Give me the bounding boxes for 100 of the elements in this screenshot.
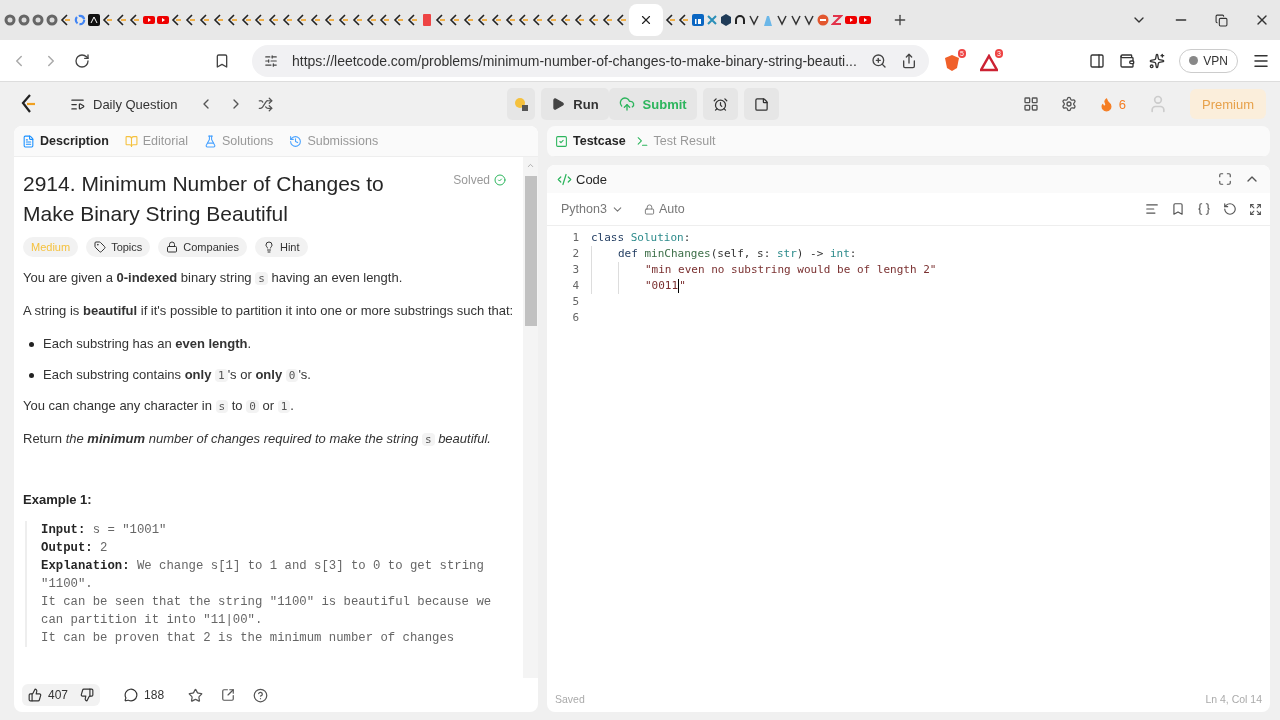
play-icon: [845, 14, 858, 26]
bookmark-icon[interactable]: [214, 52, 230, 69]
timer-button[interactable]: [702, 88, 738, 120]
code-logo-icon: [476, 14, 489, 26]
list-icon: [70, 96, 85, 112]
sidebar-icon[interactable]: [1089, 52, 1106, 69]
scrollbar[interactable]: [523, 157, 538, 678]
example-line: It can be proven that 2 is the minimum number of changes: [41, 630, 456, 647]
panel-tab[interactable]: Description: [22, 134, 109, 148]
layout-icon[interactable]: [1022, 96, 1039, 112]
line-number: 3: [571, 262, 580, 278]
play-icon: [551, 97, 566, 111]
check-circle-icon: [494, 174, 506, 186]
code-logo-icon: [664, 14, 677, 26]
code-line[interactable]: def minChanges(self, s: str) -> int:: [618, 246, 857, 262]
problem-title: 2914. Minimum Number of Changes to Make Binary String Beautiful: [23, 171, 385, 227]
example-line: It can be seen that the string "1100" is beautiful because we: [41, 594, 493, 611]
tag-chip[interactable]: Topics: [86, 237, 151, 257]
code-line[interactable]: class Solution:: [591, 230, 691, 246]
run-button[interactable]: Run: [541, 88, 609, 120]
code-logo-icon: [365, 14, 378, 26]
book-icon: [421, 14, 434, 26]
panel-tab[interactable]: Testcase: [555, 134, 626, 148]
lock-icon: [643, 203, 655, 215]
code-logo-icon: [101, 14, 114, 26]
difficulty-tag: Medium: [23, 237, 79, 257]
cross-icon: [706, 14, 719, 26]
notes-button[interactable]: [743, 88, 779, 120]
bug-lock-icon: [513, 96, 530, 112]
debug-button[interactable]: [507, 88, 536, 120]
note-icon: [753, 96, 769, 112]
code-icon: [557, 171, 572, 187]
line-number: 2: [571, 246, 580, 262]
code-logo-icon: [615, 14, 628, 26]
bookmark-icon[interactable]: [1171, 202, 1185, 216]
example-line: Explanation: We change s[1] to 1 and s[3] to 0 to get string: [41, 558, 485, 575]
wallet-icon[interactable]: [1119, 52, 1136, 69]
like-button[interactable]: 407: [22, 684, 75, 706]
braces-icon[interactable]: [1197, 202, 1211, 216]
code-logo-icon: [351, 14, 364, 26]
share-icon[interactable]: [221, 688, 236, 702]
url-text: https://leetcode.com/problems/minimum-number-of-changes-to-make-binary-string-beauti...: [292, 52, 857, 69]
shuffle-icon[interactable]: [257, 96, 273, 112]
reload-icon[interactable]: [74, 52, 90, 69]
code-logo-icon: [282, 14, 295, 26]
language-select[interactable]: Python3: [555, 201, 630, 217]
triangle-icon[interactable]: [979, 54, 998, 72]
format-icon[interactable]: [1145, 202, 1159, 216]
code-line[interactable]: "min even no substring would be of length 2": [645, 262, 937, 278]
v-shape-icon: [775, 14, 788, 26]
site-settings-icon[interactable]: [264, 53, 278, 68]
code-logo-icon: [379, 14, 392, 26]
zoom-icon[interactable]: [870, 52, 887, 69]
line-number: 6: [571, 310, 580, 326]
code-logo-icon: [678, 14, 691, 26]
star-icon[interactable]: [188, 687, 204, 703]
thumbs-down-icon: [80, 688, 95, 702]
reset-icon[interactable]: [1223, 202, 1237, 216]
code-logo-icon[interactable]: [20, 94, 38, 114]
circle-icon: [18, 14, 31, 26]
help-icon[interactable]: [253, 687, 269, 703]
paragraph: A string is beautiful if it's possible to partition it into one or more substrings such that:: [23, 302, 514, 320]
tag-chip[interactable]: Companies: [158, 237, 247, 257]
restore-icon[interactable]: [1215, 13, 1228, 27]
settings-icon[interactable]: [1060, 96, 1077, 112]
mode-select[interactable]: Auto: [637, 201, 691, 217]
code-logo-icon: [490, 14, 503, 26]
circle-icon: [46, 14, 59, 26]
terminal-icon: [635, 134, 649, 148]
tag-chip[interactable]: Hint: [254, 237, 308, 257]
code-logo-icon: [212, 14, 225, 26]
comments-button[interactable]: 188: [118, 684, 171, 706]
code-logo-icon: [407, 14, 420, 26]
v-shape-icon: [803, 14, 816, 26]
v-shape-icon: [747, 14, 760, 26]
example-line: can partition it into "11|00".: [41, 612, 264, 629]
shield-icon[interactable]: [942, 54, 961, 72]
tag-icon: [94, 241, 107, 253]
code-line[interactable]: "0011": [645, 278, 686, 294]
code-logo-icon: [296, 14, 309, 26]
expand-icon[interactable]: [1249, 202, 1262, 216]
daily-question-button[interactable]: Daily Question: [64, 95, 184, 113]
drop-icon: [761, 14, 774, 26]
status-dot-icon: [1189, 56, 1199, 65]
code-logo-icon: [518, 14, 531, 26]
code-logo-icon: [240, 14, 253, 26]
sparkle-icon[interactable]: [1149, 52, 1166, 69]
history-icon: [289, 134, 303, 148]
fullscreen-icon[interactable]: [1218, 172, 1232, 186]
square-icon: [692, 14, 705, 26]
cursor-position: Ln 4, Col 14: [1205, 693, 1262, 705]
address-bar[interactable]: https://leetcode.com/problems/minimum-number-of-changes-to-make-binary-string-beauti...: [252, 44, 929, 77]
code-logo-icon: [393, 14, 406, 26]
book-icon: [124, 134, 138, 148]
example-line: Output: 2: [41, 540, 109, 557]
scrollbar-thumb[interactable]: [524, 176, 537, 326]
solved-status: Solved: [453, 173, 506, 187]
code-logo-icon: [115, 14, 128, 26]
line-number: 1: [571, 230, 580, 246]
share-icon[interactable]: [900, 52, 917, 69]
